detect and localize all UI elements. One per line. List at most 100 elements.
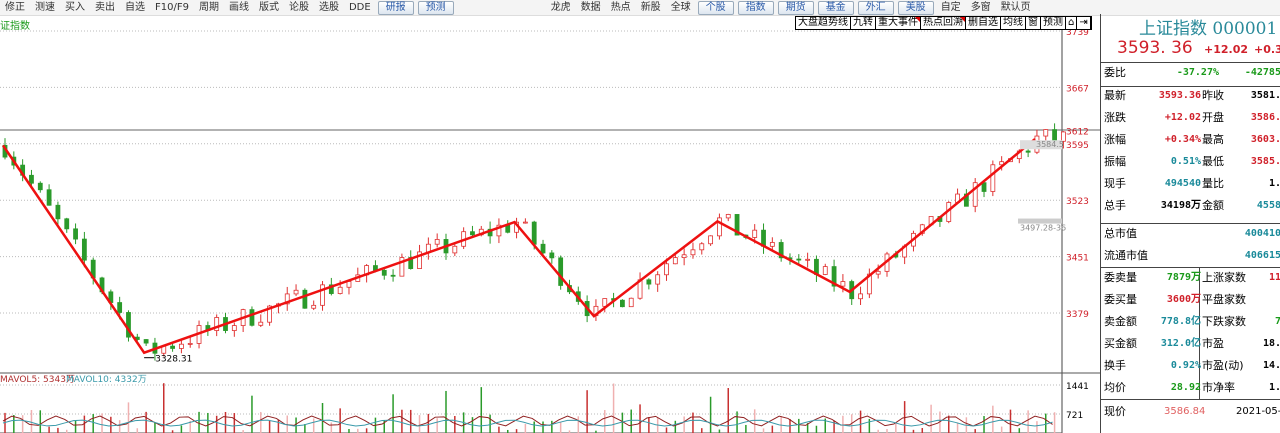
toolbar-item-5[interactable]: F10/F9	[150, 0, 194, 15]
toolbar-item-2[interactable]: 买入	[60, 0, 90, 15]
toolbar-item-0[interactable]: 修正	[0, 0, 30, 15]
toolbar-item2-3[interactable]: 新股	[636, 0, 666, 15]
toolbar-item2-0[interactable]: 龙虎	[546, 0, 576, 15]
quote-row: 涨跌 +12.02 开盘 3586.	[1104, 108, 1280, 128]
panel-change: +12.02	[1204, 43, 1249, 56]
weibi-diff: -427853	[1244, 67, 1280, 78]
quote-row: 涨幅 +0.34% 最高 3603.	[1104, 130, 1280, 150]
toolbar-item3-2[interactable]: 默认页	[996, 0, 1036, 15]
cap-value: 400410	[1244, 228, 1280, 239]
toolbar-item-4[interactable]: 自选	[120, 0, 150, 15]
toolbar-item3-1[interactable]: 多窗	[966, 0, 996, 15]
candle-body	[249, 309, 255, 326]
current-tag: 3584.5	[1036, 140, 1064, 149]
chart-tab-1[interactable]: 九转	[851, 17, 876, 29]
toolbar-item2-4[interactable]: 全球	[666, 0, 696, 15]
chart-tab-6[interactable]: 窗	[1026, 17, 1041, 29]
chart-tab-8[interactable]: ⌂	[1066, 17, 1078, 29]
row-value: +0.34%	[1164, 134, 1201, 145]
toolbar-button2-2[interactable]: 期货	[777, 0, 814, 15]
row-value2: 3603.	[1250, 134, 1280, 145]
toolbar-button-0[interactable]: 研报	[377, 0, 414, 15]
row-value2: 1.	[1268, 178, 1280, 189]
candle-body	[549, 252, 555, 259]
chart-tab-0[interactable]: 大盘趋势线	[796, 17, 851, 29]
row-label: 换手	[1104, 359, 1126, 372]
kline-chart[interactable]: 3739 3667 3612 3595 3523 3451 3379 3328.31 3584.…	[0, 30, 1100, 433]
trend-zigzag-line	[1, 138, 1036, 355]
chart-tab-4[interactable]: 删自选	[966, 17, 1001, 29]
row-label2: 金额	[1202, 199, 1224, 212]
now-price: 3586.84	[1164, 406, 1206, 417]
row-label: 振幅	[1104, 155, 1126, 168]
chart-tabs: 大盘趋势线 九转 重大事件 热点回溯 删自选 均线窗预测 ⌂ ⇥	[795, 16, 1092, 30]
candle-body	[258, 321, 264, 326]
price-tick: 3739	[1066, 30, 1089, 38]
quote-row: 总手 34198万 金额 4558	[1104, 196, 1280, 216]
chart-tab-7[interactable]: 预测	[1041, 17, 1066, 29]
toolbar-item-10[interactable]: 选股	[314, 0, 344, 15]
row-value2: 3586.	[1250, 112, 1280, 123]
toolbar-item-1[interactable]: 测速	[30, 0, 60, 15]
chart-tab-3[interactable]: 热点回溯	[921, 17, 966, 29]
candle-body	[699, 243, 705, 251]
row-label: 现手	[1104, 177, 1126, 190]
toolbar-button2-0[interactable]: 个股	[697, 0, 734, 15]
chart-tab-5[interactable]: 均线	[1001, 17, 1026, 29]
toolbar-button-1[interactable]: 预测	[417, 0, 454, 15]
toolbar-item3-0[interactable]: 自定	[936, 0, 966, 15]
row-label: 最新	[1104, 89, 1126, 102]
cap-value: 406615	[1244, 250, 1280, 261]
toolbar-button2-1[interactable]: 指数	[737, 0, 774, 15]
candle-body	[558, 257, 564, 286]
toolbar-item-6[interactable]: 周期	[194, 0, 224, 15]
candle-body	[655, 274, 661, 285]
quote-row: 委卖量 7879万 上涨家数 11	[1104, 268, 1280, 288]
row-value: 312.0亿	[1160, 338, 1201, 349]
row-label2: 上涨家数	[1202, 271, 1246, 284]
toolbar-item-9[interactable]: 论股	[284, 0, 314, 15]
weibi-row: 委比 -37.27% -427853	[1104, 63, 1280, 83]
toolbar-item2-2[interactable]: 热点	[606, 0, 636, 15]
row-label: 涨幅	[1104, 133, 1126, 146]
candle-body	[672, 257, 678, 265]
toolbar-item-3[interactable]: 卖出	[90, 0, 120, 15]
now-date: 2021-05-26,	[1236, 406, 1280, 417]
price-tick: 3595	[1066, 141, 1089, 151]
candle-body	[1043, 129, 1049, 137]
candle-body	[73, 228, 78, 240]
quote-panel: 上证指数 000001 3593. 36 +12.02 +0.34 委比 -37…	[1100, 14, 1280, 433]
toolbar-item-11[interactable]: DDE	[344, 0, 376, 15]
row-value: 28.92	[1170, 382, 1201, 393]
toolbar-item-8[interactable]: 版式	[254, 0, 284, 15]
toolbar-button2-4[interactable]: 外汇	[857, 0, 894, 15]
quote-row: 最新 3593.36 昨收 3581.	[1104, 86, 1280, 106]
chart-tab-9[interactable]: ⇥	[1077, 17, 1091, 29]
quote-row: 振幅 0.51% 最低 3585.	[1104, 152, 1280, 172]
toolbar-button2-3[interactable]: 基金	[817, 0, 854, 15]
weibi-value: -37.27%	[1176, 67, 1219, 78]
candle-body	[55, 204, 61, 220]
row-label: 买金额	[1104, 337, 1137, 350]
candle-body	[531, 221, 537, 245]
quote-row: 买金额 312.0亿 市盈 18.	[1104, 334, 1280, 354]
candle-body	[858, 293, 863, 300]
row-value2: 1.	[1268, 382, 1280, 393]
toolbar-item-7[interactable]: 画线	[224, 0, 254, 15]
row-label2: 市盈	[1202, 337, 1224, 350]
candle-body	[708, 235, 713, 245]
candle-body	[64, 218, 70, 230]
candle-body	[346, 281, 352, 288]
toolbar-button2-5[interactable]: 美股	[897, 0, 934, 15]
candle-body	[187, 343, 193, 345]
quote-row: 现手 494540 量比 1.	[1104, 174, 1280, 194]
chart-tab-2[interactable]: 重大事件	[876, 17, 921, 29]
cap-label: 流通市值	[1104, 249, 1148, 262]
toolbar-item2-1[interactable]: 数据	[576, 0, 606, 15]
candle-body	[522, 221, 528, 224]
candle-body	[170, 345, 175, 349]
row-label: 委买量	[1104, 293, 1137, 306]
candle-body	[337, 286, 343, 294]
candle-body	[690, 249, 696, 256]
candle-body	[646, 279, 652, 285]
